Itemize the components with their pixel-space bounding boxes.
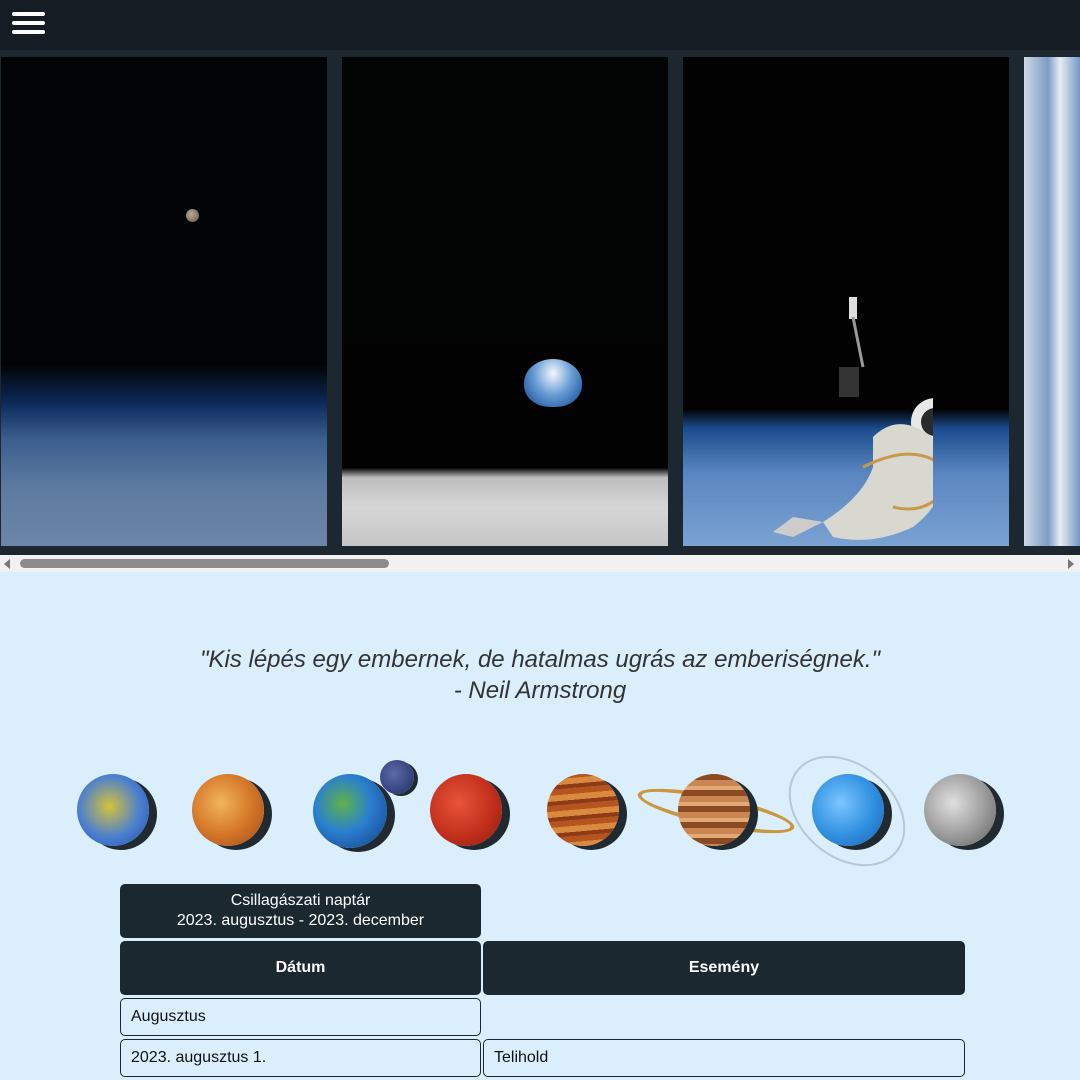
quote-block: "Kis lépés egy embernek, de hatalmas ugr… xyxy=(0,644,1080,706)
calendar-title-line1: Csillagászati naptár xyxy=(230,892,371,909)
header-event: Esemény xyxy=(483,941,965,995)
gallery-scrollbar[interactable] xyxy=(0,555,1080,572)
table-cell-event: Telihold xyxy=(483,1039,965,1077)
quote-author: - Neil Armstrong xyxy=(453,677,627,704)
scrollbar-thumb[interactable] xyxy=(20,559,389,568)
month-row-august: Augusztus xyxy=(120,998,481,1036)
photo-gallery[interactable] xyxy=(0,50,1080,555)
planet-mars-icon[interactable] xyxy=(430,774,502,846)
planets-row xyxy=(0,733,1080,889)
planet-venus-icon[interactable] xyxy=(192,774,264,846)
gallery-photo-earthrise[interactable] xyxy=(342,57,668,546)
quote-text: "Kis lépés egy embernek, de hatalmas ugr… xyxy=(199,646,881,673)
calendar-title-line2: 2023. augusztus - 2023. december xyxy=(176,912,425,929)
planet-saturn-icon[interactable] xyxy=(678,774,750,846)
scroll-left-arrow-icon[interactable] xyxy=(4,559,10,569)
earth-image xyxy=(524,359,582,407)
hamburger-menu-icon[interactable] xyxy=(12,12,45,36)
moon-icon[interactable] xyxy=(380,760,414,794)
table-cell-date: 2023. augusztus 1. xyxy=(120,1039,481,1077)
calendar-title: Csillagászati naptár 2023. augusztus - 2… xyxy=(120,884,481,938)
moon-image xyxy=(186,209,199,222)
planet-neptune-icon[interactable] xyxy=(924,774,996,846)
gallery-photo-spacewalk[interactable] xyxy=(683,57,1009,546)
astronaut-image xyxy=(773,297,933,540)
planet-earth-icon[interactable] xyxy=(313,774,387,848)
gallery-photo-earth-clouds[interactable] xyxy=(1024,57,1080,546)
scroll-right-arrow-icon[interactable] xyxy=(1068,559,1074,569)
top-nav-bar xyxy=(0,0,1080,50)
header-date: Dátum xyxy=(120,941,481,995)
planet-jupiter-icon[interactable] xyxy=(547,774,619,846)
planet-uranus-icon[interactable] xyxy=(812,774,884,846)
planet-mercury-icon[interactable] xyxy=(77,774,149,846)
gallery-photo-earth-horizon[interactable] xyxy=(1,57,327,546)
